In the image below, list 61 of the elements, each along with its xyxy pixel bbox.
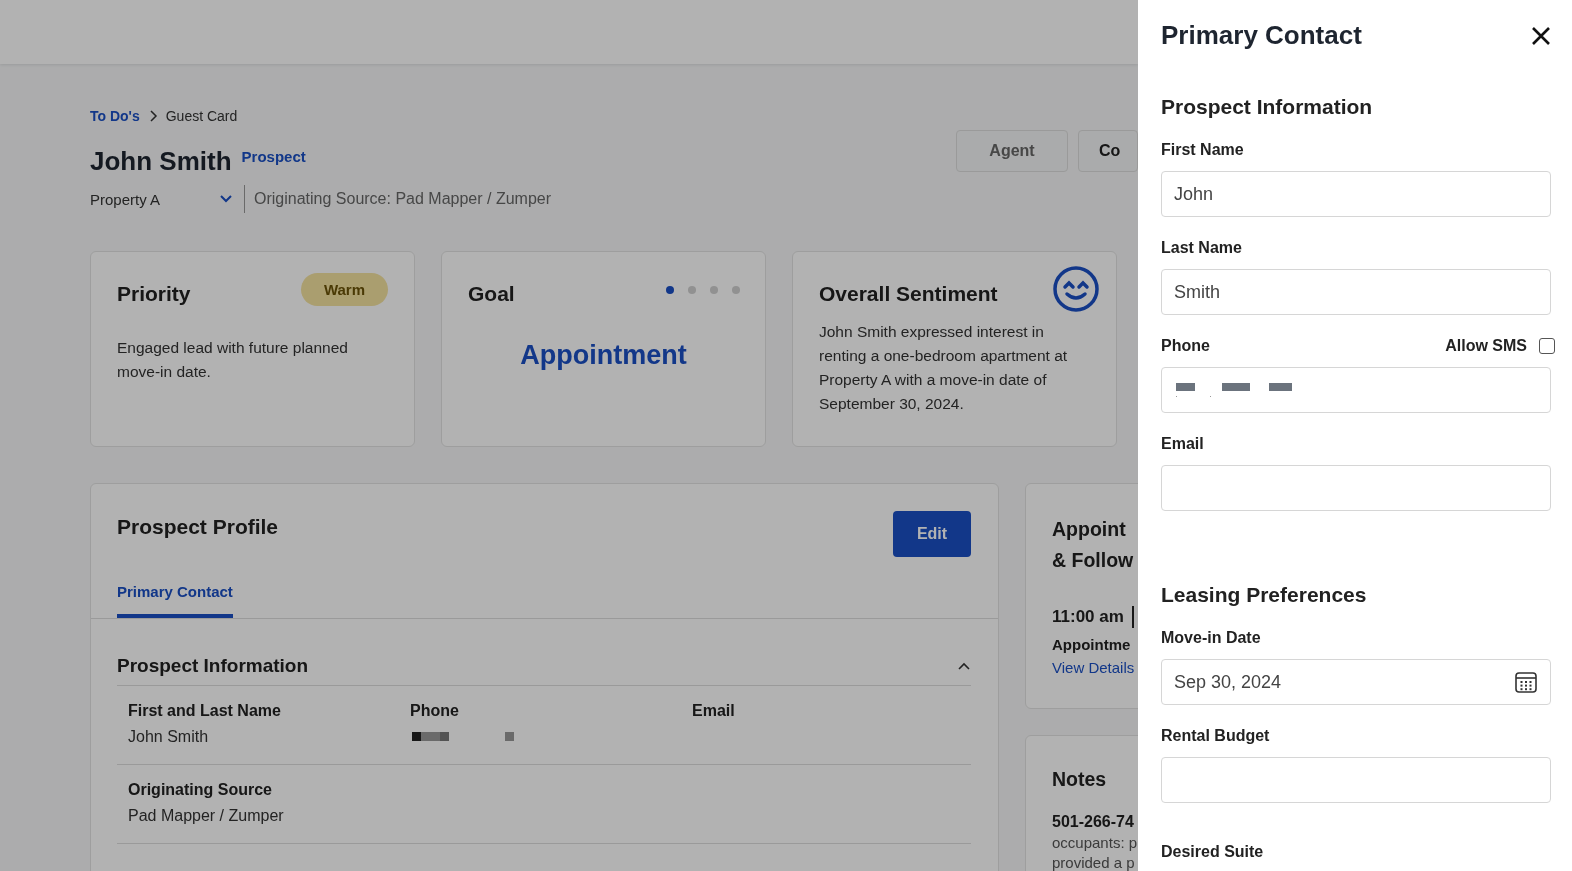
field-label: Move-in Date xyxy=(1161,629,1261,647)
field-label: Desired Suite xyxy=(1161,843,1264,861)
smiley-icon xyxy=(1052,265,1100,313)
field-label: First Name xyxy=(1161,141,1244,159)
info-label: Email xyxy=(692,702,736,720)
prospect-name: John Smith xyxy=(90,146,232,177)
chevron-right-icon xyxy=(147,110,158,122)
step-dot[interactable] xyxy=(666,286,674,294)
calendar-icon[interactable] xyxy=(1514,670,1538,694)
card-title: Prospect Profile xyxy=(117,515,279,540)
tab[interactable]: Primary Contact xyxy=(117,577,233,618)
step-dot[interactable] xyxy=(710,286,718,294)
priority-badge: Warm xyxy=(300,272,388,306)
property-dropdown[interactable]: Property A xyxy=(90,185,245,213)
close-icon[interactable] xyxy=(1530,24,1552,47)
field-label: Email xyxy=(1161,435,1204,453)
text-field[interactable] xyxy=(1161,757,1551,803)
step-dot[interactable] xyxy=(688,286,696,294)
info-value: Pad Mapper / Zumper xyxy=(128,807,285,825)
card-title: Appoint & Follow xyxy=(1052,517,1135,573)
card-text: John Smith expressed interest in renting a one-bedroom apartment at Property A with a move-in date of September 30, 2024. xyxy=(819,322,1069,414)
card-text: Engaged lead with future planned move-in date. xyxy=(117,338,349,382)
card-title: Priority xyxy=(117,282,191,306)
info-label: First and Last Name xyxy=(128,702,282,720)
drawer-title: Primary Contact xyxy=(1161,20,1362,51)
info-value: John Smith xyxy=(128,728,210,746)
note-text: provided a p xyxy=(1052,854,1136,871)
date-field[interactable]: Sep 30, 2024 xyxy=(1161,659,1551,705)
note-text: occupants: p xyxy=(1052,834,1138,851)
checkbox[interactable] xyxy=(1539,338,1555,354)
breadcrumb-link[interactable]: To Do's xyxy=(90,108,140,124)
header-button[interactable]: Agent xyxy=(956,130,1068,172)
view-details-link[interactable]: View Details xyxy=(1052,659,1135,676)
card-title: Goal xyxy=(468,282,515,306)
info-label: Phone xyxy=(410,702,460,720)
section-title: Prospect Information xyxy=(117,655,309,677)
edit-button[interactable]: Edit xyxy=(893,511,971,557)
chevron-up-icon[interactable] xyxy=(957,661,971,671)
section-title: Prospect Information xyxy=(1161,95,1374,119)
phone-field[interactable] xyxy=(1161,367,1551,413)
step-dot[interactable] xyxy=(732,286,740,294)
appointment-type: Appointme xyxy=(1052,636,1132,653)
breadcrumb-current: Guest Card xyxy=(165,108,238,124)
goal-value: Appointment xyxy=(519,340,688,371)
field-label: Rental Budget xyxy=(1161,727,1270,745)
status-label: Prospect xyxy=(241,148,306,165)
checkbox-label: Allow SMS xyxy=(1445,337,1527,355)
text-field[interactable]: John xyxy=(1161,171,1551,217)
header-button[interactable]: Co xyxy=(1078,130,1138,172)
card-title: Notes xyxy=(1052,767,1108,792)
chevron-down-icon xyxy=(220,195,232,203)
card-title: Overall Sentiment xyxy=(819,282,998,306)
text-field[interactable]: Smith xyxy=(1161,269,1551,315)
field-label: Phone xyxy=(1161,337,1210,355)
field-label: Last Name xyxy=(1161,239,1242,257)
appointment-time: 11:00 am xyxy=(1052,607,1124,627)
section-title: Leasing Preferences xyxy=(1161,583,1368,607)
text-field[interactable] xyxy=(1161,465,1551,511)
note-phone: 501-266-74 xyxy=(1052,813,1135,831)
info-label: Originating Source xyxy=(128,781,273,799)
originating-source: Originating Source: Pad Mapper / Zumper xyxy=(253,190,552,208)
